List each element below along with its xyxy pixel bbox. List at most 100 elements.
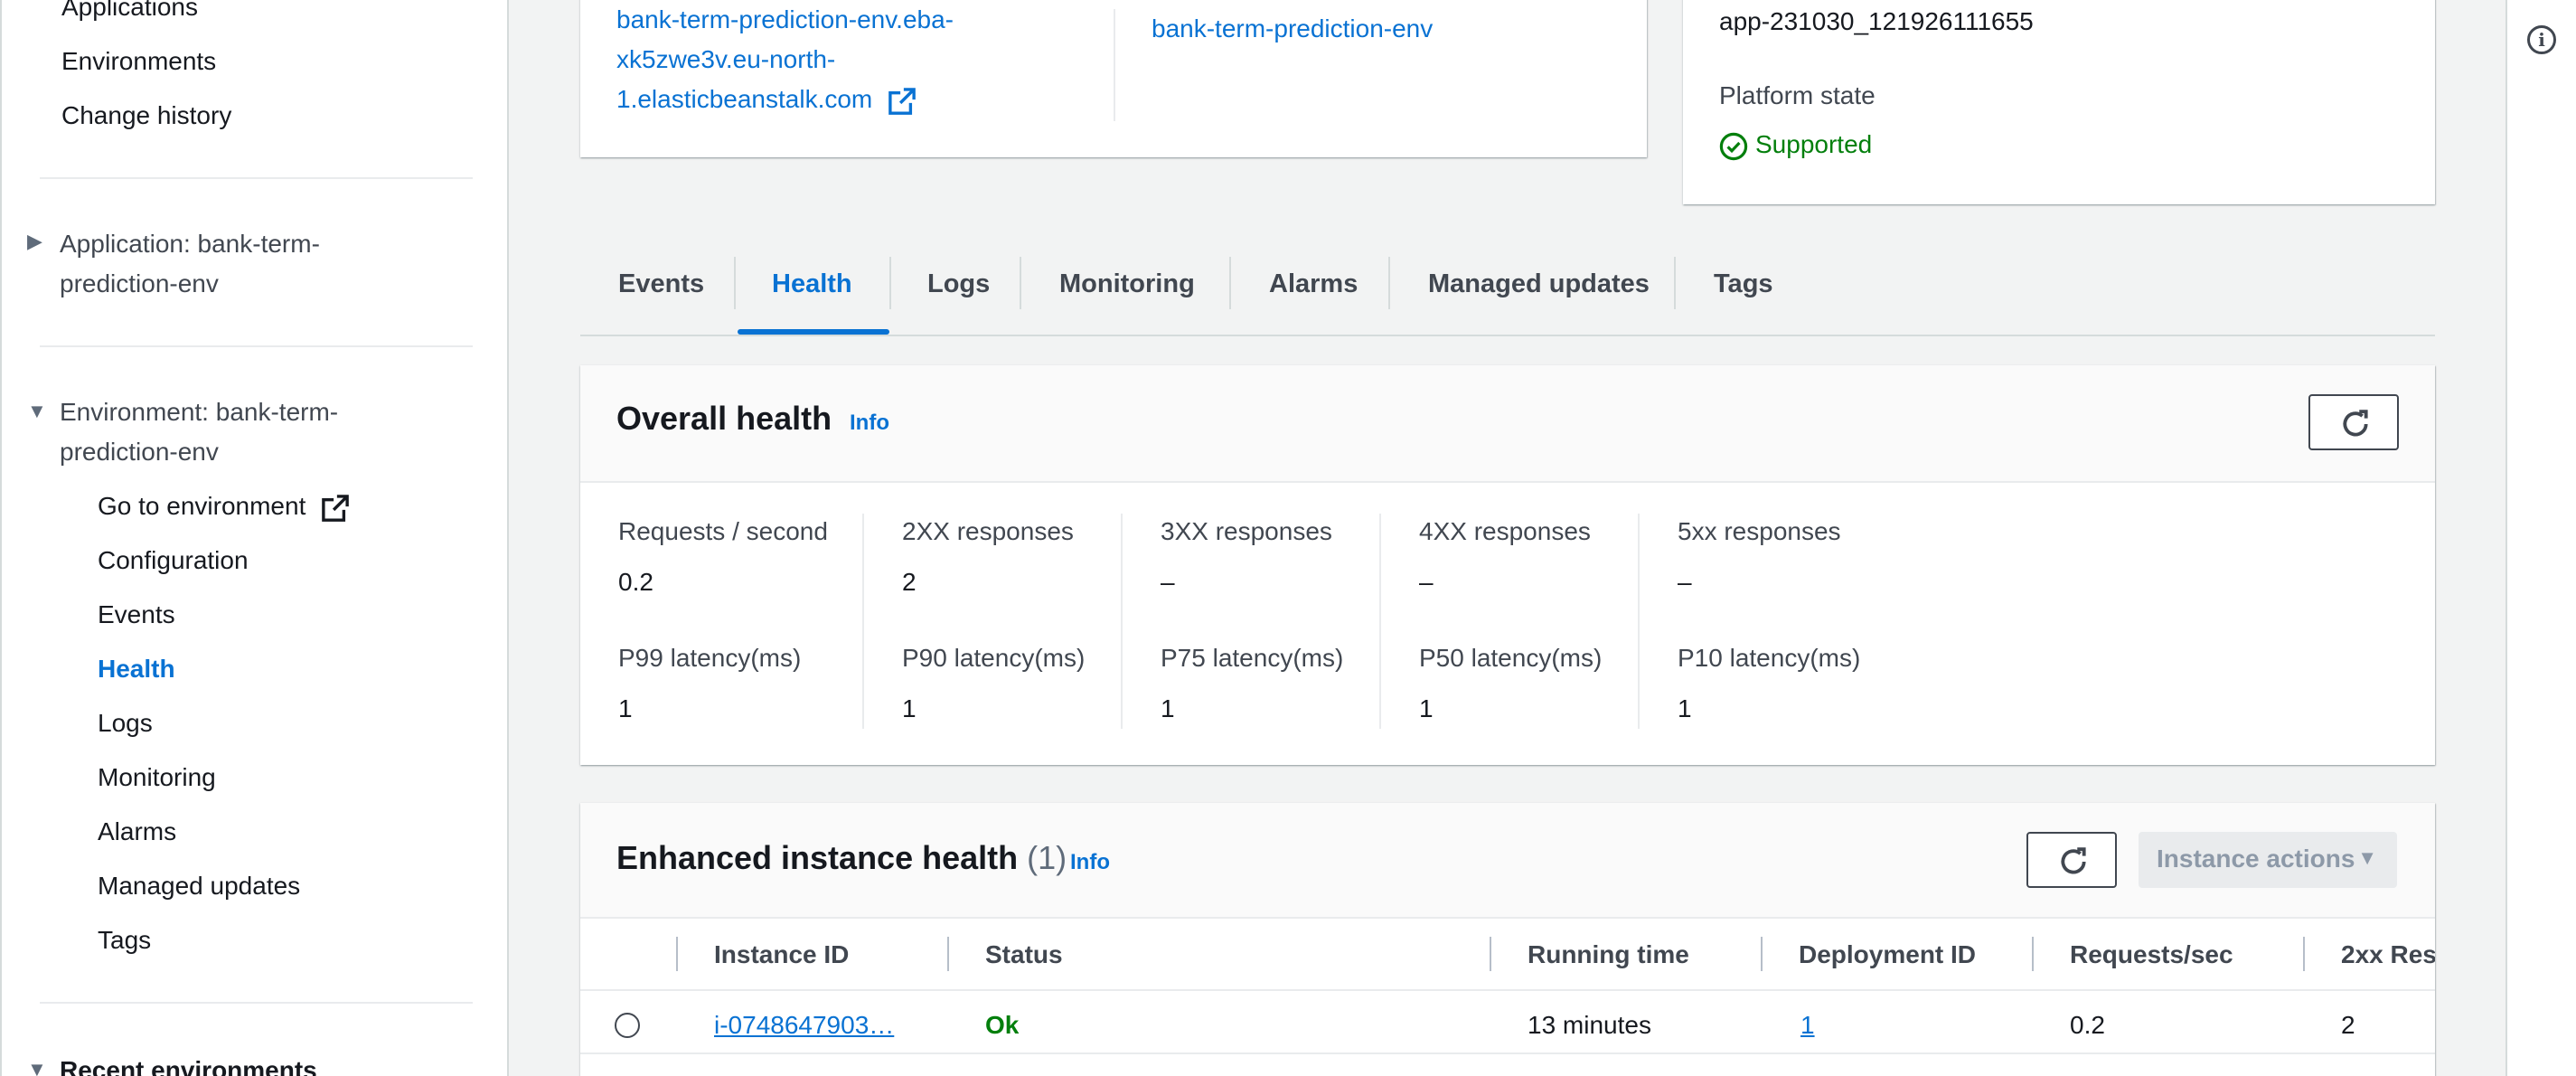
column-instance-id[interactable]: Instance ID <box>714 940 849 969</box>
nav-recent-environments[interactable]: Recent environments <box>60 1051 385 1076</box>
column-requests-sec[interactable]: Requests/sec <box>2070 940 2233 969</box>
column-status[interactable]: Status <box>985 940 1063 969</box>
metric-label-p10: P10 latency(ms) <box>1678 644 1861 672</box>
platform-state-status: Supported <box>1719 130 1872 161</box>
info-icon[interactable]: i <box>2527 25 2556 54</box>
tab-separator <box>1020 257 1021 309</box>
instance-health-title: Enhanced instance health (1) <box>616 839 1067 877</box>
metric-value-3xx: – <box>1161 568 1175 596</box>
column-deployment-id[interactable]: Deployment ID <box>1799 940 1976 969</box>
column-2xx-responses[interactable]: 2xx Resp <box>2341 940 2435 969</box>
caret-down-icon: ▼ <box>2357 846 2377 869</box>
metric-value-p75: 1 <box>1161 694 1175 722</box>
tab-health[interactable]: Health <box>772 269 852 299</box>
nav-logs[interactable]: Logs <box>98 709 153 738</box>
tab-events[interactable]: Events <box>618 269 704 299</box>
nav-environments[interactable]: Environments <box>61 47 216 76</box>
metric-value-p50: 1 <box>1419 694 1434 722</box>
nav-application-group[interactable]: Application: bank-term-prediction-env <box>60 224 385 304</box>
metric-label-p90: P90 latency(ms) <box>902 644 1086 672</box>
caret-right-icon[interactable]: ▶ <box>27 230 42 253</box>
platform-state-value: Supported <box>1755 130 1873 158</box>
metric-value-p99: 1 <box>618 694 633 722</box>
nav-environment-group[interactable]: Environment: bank-term-prediction-env <box>60 392 385 472</box>
nav-configuration[interactable]: Configuration <box>98 546 249 575</box>
instance-running-time: 13 minutes <box>1528 1011 1651 1039</box>
caret-down-icon[interactable]: ▼ <box>27 400 47 423</box>
platform-card: app-231030_121926111655 Platform state S… <box>1683 0 2435 204</box>
metric-label-3xx: 3XX responses <box>1161 517 1332 545</box>
refresh-icon <box>2343 410 2368 437</box>
nav-events[interactable]: Events <box>98 600 175 629</box>
instance-2xx-responses: 2 <box>2341 1011 2355 1039</box>
metric-value-4xx: – <box>1419 568 1434 596</box>
column-running-time[interactable]: Running time <box>1528 940 1689 969</box>
nav-tags[interactable]: Tags <box>98 926 151 955</box>
domain-line-1: bank-term-prediction-env.eba- <box>616 5 954 33</box>
column-divider <box>1114 9 1115 121</box>
nav-go-to-environment[interactable]: Go to environment <box>98 492 349 522</box>
tab-monitoring[interactable]: Monitoring <box>1059 269 1195 299</box>
overall-health-title: Overall health <box>616 400 832 437</box>
instance-health-refresh-button[interactable] <box>2026 832 2117 888</box>
platform-state-label: Platform state <box>1719 81 1876 109</box>
instance-id-link[interactable]: i-0748647903… <box>714 1011 894 1040</box>
metric-divider <box>1379 514 1381 729</box>
metric-value-5xx: – <box>1678 568 1692 596</box>
tab-tags[interactable]: Tags <box>1714 269 1773 299</box>
metric-label-5xx: 5xx responses <box>1678 517 1841 545</box>
metric-value-p90: 1 <box>902 694 917 722</box>
tab-separator <box>734 257 736 309</box>
instance-actions-button[interactable]: Instance actions ▼ <box>2139 832 2397 888</box>
column-separator <box>1490 937 1491 971</box>
platform-version-value: app-231030_121926111655 <box>1719 7 2034 35</box>
environment-overview-card: bank-term-prediction-env.eba- xk5zwe3v.e… <box>580 0 1647 157</box>
instance-actions-label: Instance actions <box>2157 845 2355 873</box>
metric-value-requests: 0.2 <box>618 568 653 596</box>
external-link-icon <box>322 494 349 522</box>
active-tab-indicator <box>738 329 889 335</box>
tab-logs[interactable]: Logs <box>927 269 990 299</box>
nav-applications[interactable]: Applications <box>61 0 198 22</box>
overall-health-info-link[interactable]: Info <box>850 411 889 436</box>
nav-managed-updates[interactable]: Managed updates <box>98 872 300 901</box>
environment-domain-link[interactable]: bank-term-prediction-env.eba- xk5zwe3v.e… <box>616 0 1014 119</box>
nav-alarms[interactable]: Alarms <box>98 817 176 846</box>
tab-alarms[interactable]: Alarms <box>1269 269 1358 299</box>
column-separator <box>2303 937 2305 971</box>
external-link-icon <box>888 87 916 115</box>
metric-label-4xx: 4XX responses <box>1419 517 1591 545</box>
instance-select-radio[interactable] <box>615 1013 640 1038</box>
instance-health-info-link[interactable]: Info <box>1070 850 1110 875</box>
nav-divider <box>40 177 473 179</box>
nav-go-to-environment-label: Go to environment <box>98 492 306 520</box>
tab-separator <box>889 257 891 309</box>
success-check-icon <box>1719 132 1748 160</box>
refresh-icon <box>2061 847 2086 874</box>
caret-down-icon[interactable]: ▼ <box>27 1058 47 1076</box>
metric-label-p75: P75 latency(ms) <box>1161 644 1344 672</box>
instance-health-title-text: Enhanced instance health <box>616 839 1019 876</box>
tab-managed-updates[interactable]: Managed updates <box>1428 269 1650 299</box>
application-name-link[interactable]: bank-term-prediction-env <box>1152 9 1433 49</box>
nav-divider <box>40 1002 473 1004</box>
help-panel-strip <box>2505 0 2576 1076</box>
column-separator <box>676 937 678 971</box>
nav-health[interactable]: Health <box>98 655 175 684</box>
column-separator <box>947 937 949 971</box>
deployment-id-link[interactable]: 1 <box>1800 1011 1815 1040</box>
metric-label-p50: P50 latency(ms) <box>1419 644 1603 672</box>
metric-divider <box>1121 514 1123 729</box>
tab-separator <box>1388 257 1390 309</box>
environment-tabs: Events Health Logs Monitoring Alarms Man… <box>580 244 2435 336</box>
overall-health-refresh-button[interactable] <box>2308 394 2399 450</box>
metric-value-2xx: 2 <box>902 568 917 596</box>
metric-label-2xx: 2XX responses <box>902 517 1074 545</box>
nav-change-history[interactable]: Change history <box>61 101 231 130</box>
tab-separator <box>1674 257 1676 309</box>
nav-monitoring[interactable]: Monitoring <box>98 763 216 792</box>
column-separator <box>2032 937 2034 971</box>
metric-divider <box>1638 514 1640 729</box>
metric-label-requests: Requests / second <box>618 517 828 545</box>
domain-line-3: 1.elasticbeanstalk.com <box>616 85 873 113</box>
